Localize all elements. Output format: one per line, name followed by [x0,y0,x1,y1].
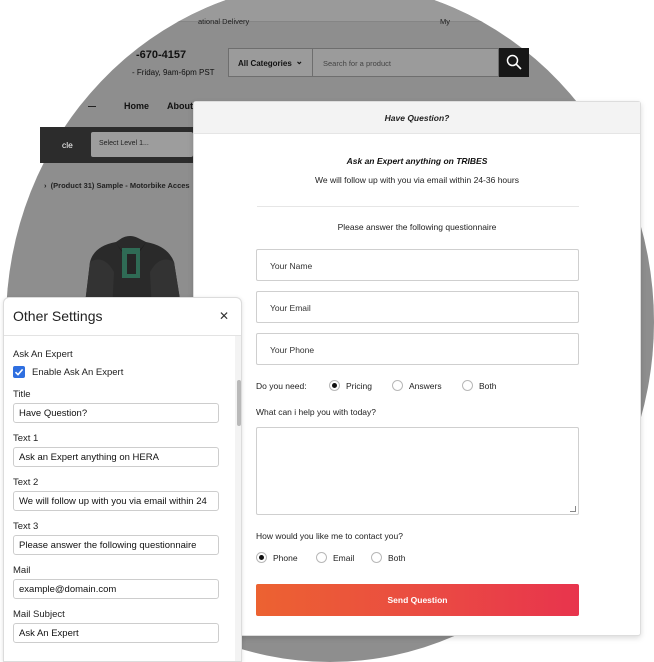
radio-selected-icon [256,552,267,563]
category-select[interactable]: All Categories ⌄ [229,49,313,76]
radio-icon [462,380,473,391]
email-input[interactable]: Your Email [256,291,579,323]
mail-subject-input[interactable]: Ask An Expert [13,623,219,643]
other-settings-panel: Other Settings ✕ Ask An Expert Enable As… [3,297,242,662]
contact-option-both[interactable]: Both [371,552,406,563]
enable-ask-expert-checkbox[interactable]: Enable Ask An Expert [13,366,123,378]
search-button[interactable] [499,48,529,77]
contact-option-label: Both [388,552,406,563]
topbar-delivery-text: ational Delivery [198,17,250,26]
checkbox-checked-icon [13,366,25,378]
radio-icon [316,552,327,563]
contact-option-label: Phone [273,552,298,563]
title-input[interactable]: Have Question? [13,403,219,423]
field-label-mail-subject: Mail Subject [13,609,65,620]
store-phone: -670-4157 [136,49,187,61]
contact-option-email[interactable]: Email [316,552,354,563]
level-select[interactable]: Select Level 1... [91,132,193,157]
mail-input[interactable]: example@domain.com [13,579,219,599]
breadcrumb: › (Product 31) Sample - Motorbike Acces [44,181,190,190]
help-textarea[interactable] [256,427,579,515]
need-option-label: Both [479,380,497,391]
radio-icon [392,380,403,391]
need-option-both[interactable]: Both [462,380,497,391]
modal-text3: Please answer the following questionnair… [337,222,497,232]
need-option-label: Pricing [346,380,372,391]
send-question-button[interactable]: Send Question [256,584,579,616]
need-label: Do you need: [256,381,307,391]
need-option-pricing[interactable]: Pricing [329,380,372,391]
text3-input[interactable]: Please answer the following questionnair… [13,535,219,555]
section-title: Ask An Expert [13,349,73,360]
modal-text1: Ask an Expert anything on TRIBES [346,156,488,166]
contact-option-phone[interactable]: Phone [256,552,298,563]
text2-input[interactable]: We will follow up with you via email wit… [13,491,219,511]
settings-header: Other Settings ✕ [4,298,241,336]
search-icon [506,54,522,70]
category-bar-text: cle [62,140,73,150]
modal-text2: We will follow up with you via email wit… [315,175,519,185]
topbar-account-link[interactable]: My [440,17,450,26]
close-icon[interactable]: ✕ [219,309,229,323]
store-search-bar[interactable]: All Categories ⌄ Search for a product [228,48,499,77]
settings-scrollbar-thumb[interactable] [237,380,241,426]
resize-handle-icon[interactable] [570,506,576,512]
need-option-label: Answers [409,380,442,391]
field-label-text1: Text 1 [13,433,39,444]
search-placeholder: Search for a product [323,59,391,68]
field-label-text3: Text 3 [13,521,39,532]
name-input[interactable]: Your Name [256,249,579,281]
chevron-down-icon: ⌄ [295,56,303,66]
settings-title: Other Settings [13,308,103,324]
nav-underline [88,106,96,107]
modal-header: Have Question? [194,102,640,134]
breadcrumb-product[interactable]: (Product 31) Sample - Motorbike Acces [51,181,190,190]
contact-option-label: Email [333,552,355,563]
field-label-title: Title [13,389,31,400]
help-label: What can i help you with today? [256,407,377,417]
need-option-answers[interactable]: Answers [392,380,442,391]
radio-selected-icon [329,380,340,391]
store-hours: - Friday, 9am-6pm PST [132,68,215,77]
nav-home[interactable]: Home [124,101,149,111]
field-label-mail: Mail [13,565,31,576]
radio-icon [371,552,382,563]
ask-expert-modal: Have Question? Ask an Expert anything on… [193,101,641,636]
modal-divider [257,206,579,207]
contact-label: How would you like me to contact you? [256,531,403,541]
nav-about[interactable]: About [167,101,193,111]
text1-input[interactable]: Ask an Expert anything on HERA [13,447,219,467]
enable-label: Enable Ask An Expert [32,366,124,378]
store-topbar [6,0,654,22]
phone-input[interactable]: Your Phone [256,333,579,365]
field-label-text2: Text 2 [13,477,39,488]
category-select-label: All Categories [238,59,292,68]
